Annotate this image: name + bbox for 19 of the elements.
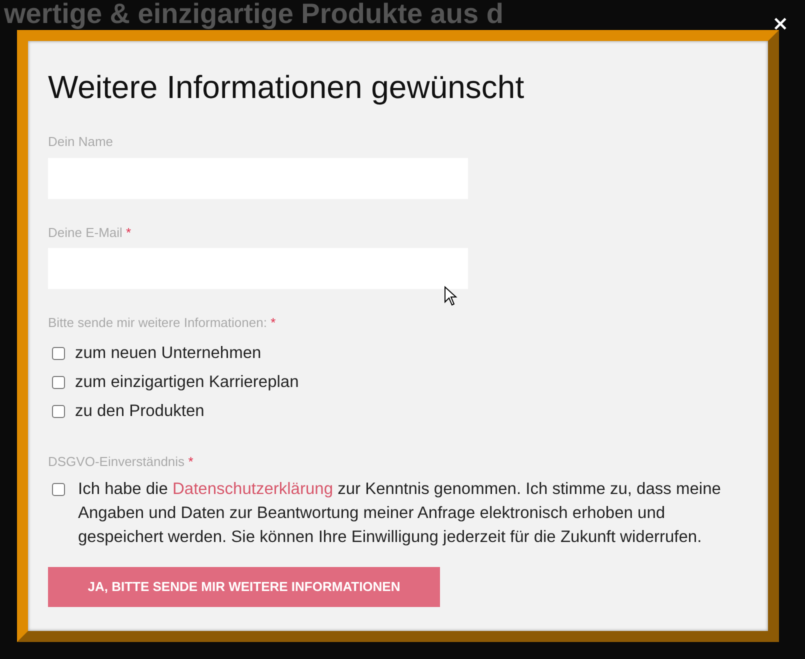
checkbox[interactable]: [52, 346, 65, 360]
checkbox-label: zu den Produkten: [75, 400, 204, 422]
field-label: Dein Name: [48, 133, 114, 151]
field-label: DSGVO-Einverständnis *: [48, 452, 194, 470]
submit-button[interactable]: JA, BITTE SENDE MIR WEITERE INFORMATIONEN: [48, 567, 440, 607]
mouse-pointer-icon: [444, 286, 458, 306]
checkbox[interactable]: [52, 376, 65, 388]
checkbox[interactable]: [52, 404, 65, 418]
checkbox[interactable]: [52, 483, 65, 496]
field-label: Bitte sende mir weitere Informationen: *: [48, 314, 276, 332]
field-label: Deine E-Mail *: [48, 224, 132, 242]
privacy-policy-link[interactable]: Datenschutzerklärung: [172, 480, 334, 498]
checkbox-label: zum neuen Unternehmen: [75, 342, 262, 364]
dialog-title: Weitere Informationen gewünscht: [48, 69, 526, 106]
checkbox-label: zum einzigartigen Karriereplan: [75, 372, 299, 393]
consent-text: Ich habe die Datenschutzerklärung zur Kenntnis genommen. Ich stimme zu, dass meine Angaben und Daten zur Beantwortung meiner Anfrage elektronisch erhoben und gespeichert werden. Sie können Ihre Einwilligung jederzeit für die Zukunft widerrufen.: [78, 479, 722, 548]
background-heading: wertige & einzigartige Produkte aus d: [3, 0, 504, 28]
input-field[interactable]: [48, 248, 468, 289]
close-button[interactable]: ×: [772, 13, 789, 33]
